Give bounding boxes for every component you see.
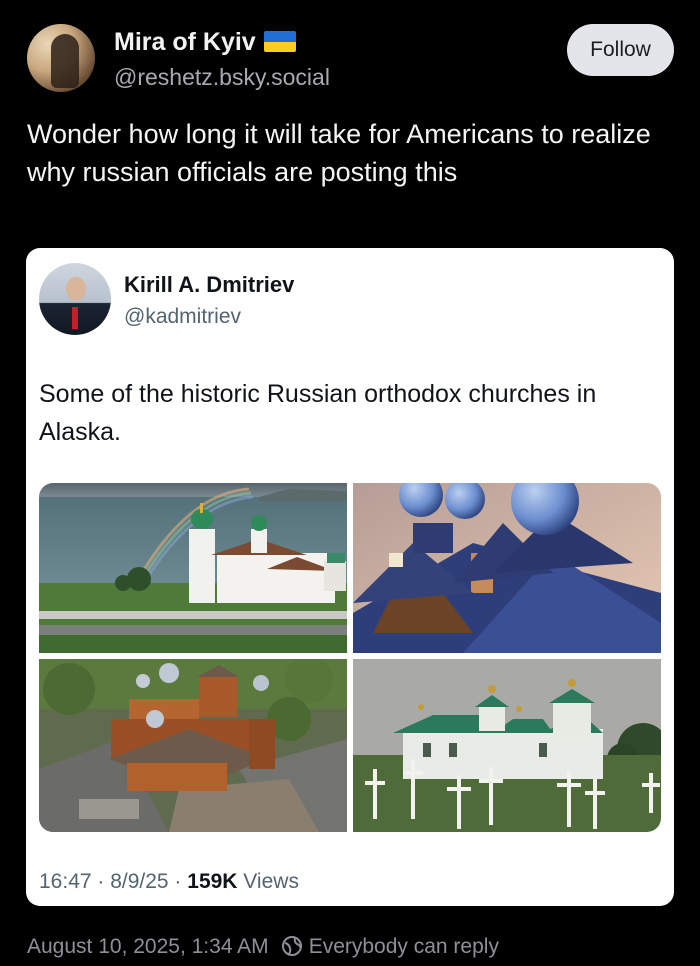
ukraine-flag-icon [263,31,296,52]
author-name[interactable]: Mira of Kyiv [114,28,296,57]
quoted-author-name[interactable]: Kirill A. Dmitriev [124,272,294,298]
post-text: Wonder how long it will take for America… [27,119,651,187]
author-handle[interactable]: @reshetz.bsky.social [114,64,330,91]
photo-church-cemetery[interactable] [353,659,661,832]
post-header: Mira of Kyiv @reshetz.bsky.social Follow [27,24,677,94]
photo-blue-domes[interactable] [353,483,661,653]
post-footer: August 10, 2025, 1:34 AM Everybody can re… [27,935,499,963]
follow-button[interactable]: Follow [567,24,674,76]
quoted-post-text: Some of the historic Russian orthodox ch… [39,380,597,446]
quoted-post-card[interactable]: Kirill A. Dmitriev @kadmitriev Some of t… [26,248,674,906]
photo-church-seaside[interactable] [39,483,347,653]
quoted-author-avatar[interactable] [39,263,111,335]
photo-wooden-church-aerial[interactable] [39,659,347,832]
author-avatar[interactable] [27,24,95,92]
quoted-author-handle[interactable]: @kadmitriev [124,305,241,329]
globe-icon [281,935,303,963]
photo-grid [39,483,661,832]
quoted-post-meta: 16:47 · 8/9/25 · 159K Views [39,870,299,893]
reply-setting[interactable]: Everybody can reply [309,935,499,958]
post-timestamp[interactable]: August 10, 2025, 1:34 AM [27,935,269,958]
